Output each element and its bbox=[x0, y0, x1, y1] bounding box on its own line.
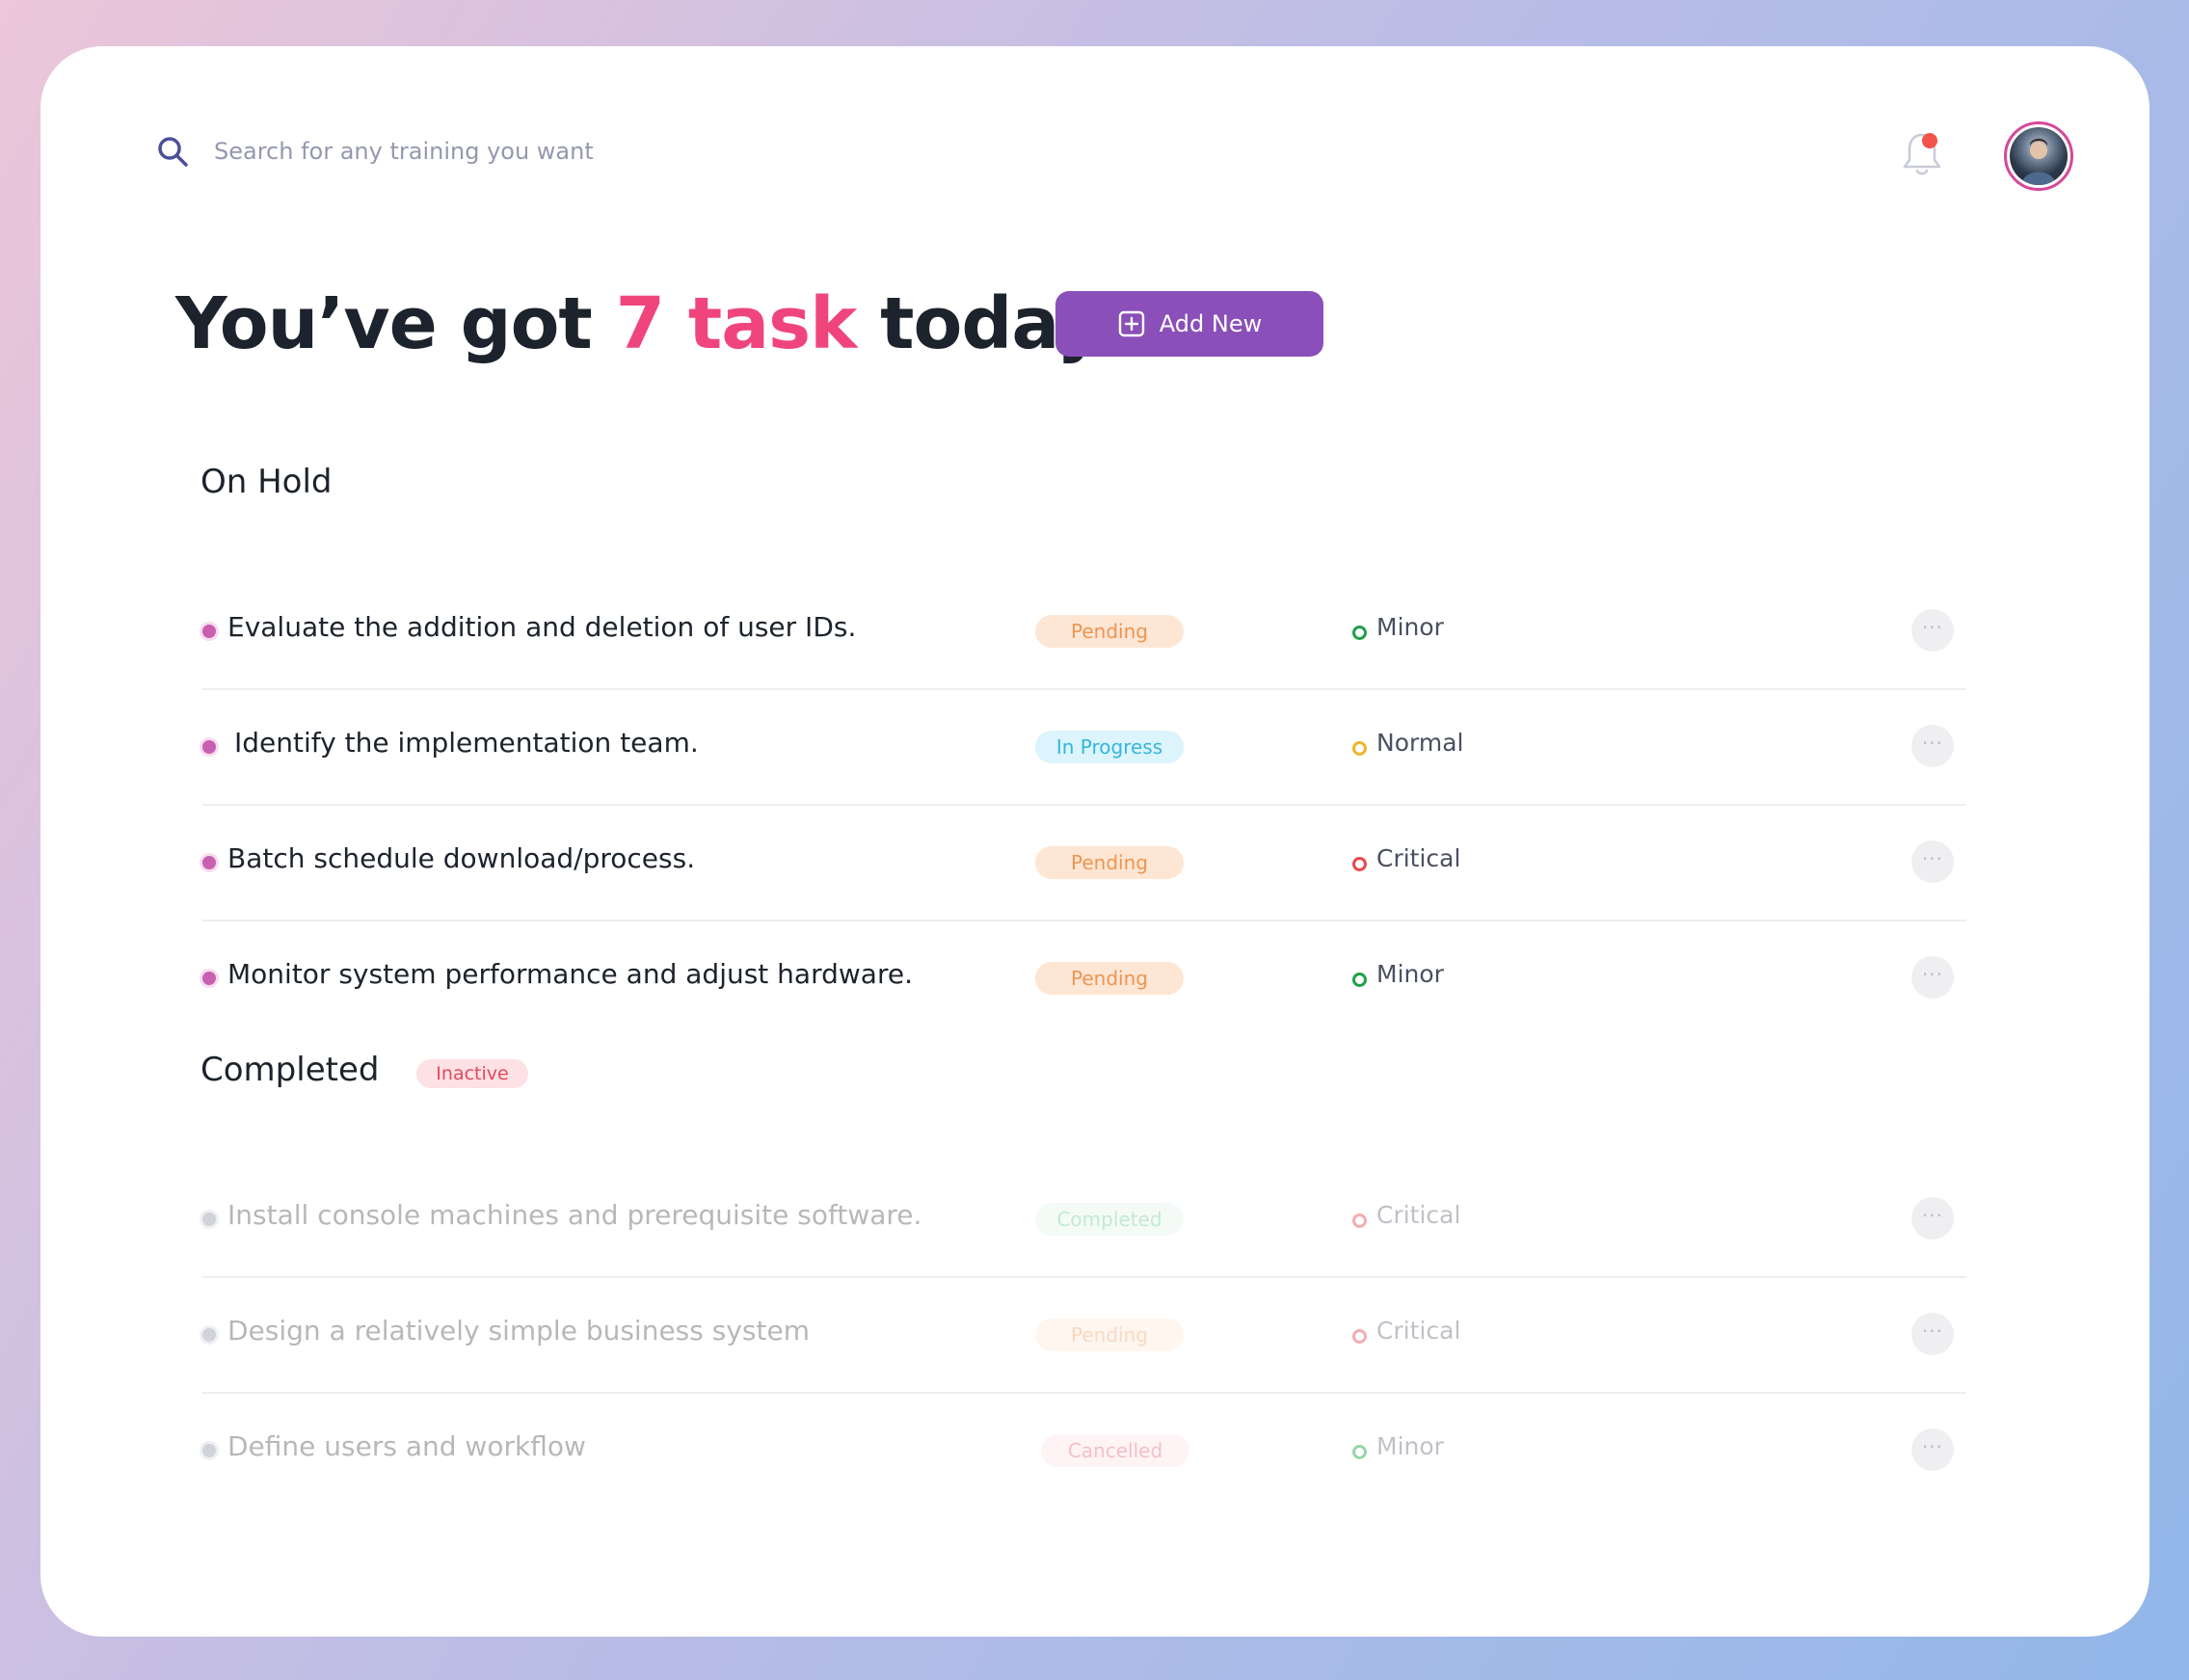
task-bullet bbox=[202, 740, 216, 754]
priority-indicator-icon bbox=[1352, 1213, 1367, 1228]
status-badge: In Progress bbox=[1035, 731, 1184, 763]
page-title: You’ve got 7 task today bbox=[175, 276, 1103, 372]
task-text: Evaluate the addition and deletion of us… bbox=[227, 611, 857, 643]
notification-dot bbox=[1922, 133, 1937, 148]
priority-label: Normal bbox=[1376, 729, 1464, 757]
priority-indicator-icon bbox=[1352, 626, 1367, 640]
task-bullet bbox=[202, 625, 216, 638]
more-options-button[interactable]: ··· bbox=[1911, 609, 1954, 652]
add-new-button[interactable]: Add New bbox=[1055, 291, 1323, 357]
priority-label: Critical bbox=[1376, 844, 1461, 872]
more-options-button[interactable]: ··· bbox=[1911, 956, 1954, 999]
user-avatar[interactable] bbox=[2004, 121, 2073, 191]
search-icon[interactable] bbox=[154, 133, 193, 172]
more-options-button[interactable]: ··· bbox=[1911, 1428, 1954, 1471]
task-text: Batch schedule download/process. bbox=[227, 842, 696, 874]
priority-indicator-icon bbox=[1352, 973, 1367, 987]
task-text: Install console machines and prerequisit… bbox=[227, 1199, 922, 1231]
search-input[interactable] bbox=[212, 131, 794, 172]
status-badge: Completed bbox=[1035, 1203, 1184, 1236]
task-text: Define users and workflow bbox=[227, 1430, 586, 1462]
more-options-button[interactable]: ··· bbox=[1911, 1313, 1954, 1355]
priority-label: Minor bbox=[1376, 1432, 1444, 1460]
add-new-label: Add New bbox=[1159, 310, 1263, 337]
priority-indicator-icon bbox=[1352, 1329, 1367, 1344]
section-title-on-hold: On Hold bbox=[200, 463, 333, 501]
status-badge: Pending bbox=[1035, 846, 1184, 879]
more-options-button[interactable]: ··· bbox=[1911, 1197, 1954, 1240]
status-badge: Pending bbox=[1035, 962, 1184, 995]
task-bullet bbox=[202, 856, 216, 869]
avatar-photo bbox=[2010, 127, 2068, 185]
priority-indicator-icon bbox=[1352, 1445, 1367, 1459]
plus-square-icon bbox=[1118, 310, 1144, 337]
task-bullet bbox=[202, 1444, 216, 1457]
task-text: Identify the implementation team. bbox=[234, 727, 699, 759]
task-row[interactable]: Install console machines and prerequisit… bbox=[202, 1162, 1966, 1278]
priority-indicator-icon bbox=[1352, 741, 1367, 756]
priority-label: Critical bbox=[1376, 1317, 1461, 1345]
inactive-badge: Inactive bbox=[416, 1059, 528, 1088]
task-row[interactable]: Evaluate the addition and deletion of us… bbox=[202, 574, 1966, 690]
task-text: Monitor system performance and adjust ha… bbox=[227, 958, 913, 990]
status-badge: Pending bbox=[1035, 1319, 1184, 1351]
task-row[interactable]: Design a relatively simple business syst… bbox=[202, 1278, 1966, 1394]
priority-indicator-icon bbox=[1352, 857, 1367, 871]
status-badge: Cancelled bbox=[1041, 1434, 1189, 1467]
task-text: Design a relatively simple business syst… bbox=[227, 1315, 810, 1347]
headline-task-count: 7 task bbox=[615, 282, 858, 365]
task-bullet bbox=[202, 1328, 216, 1342]
more-options-button[interactable]: ··· bbox=[1911, 725, 1954, 767]
status-badge: Pending bbox=[1035, 615, 1184, 648]
task-bullet bbox=[202, 1213, 216, 1226]
main-card: You’ve got 7 task today Add New On Hold … bbox=[40, 46, 2149, 1637]
task-row[interactable]: Define users and workflow Cancelled Mino… bbox=[202, 1394, 1966, 1509]
task-bullet bbox=[202, 972, 216, 985]
headline-prefix: You’ve got bbox=[175, 282, 616, 365]
task-row[interactable]: Batch schedule download/process. Pending… bbox=[202, 806, 1966, 921]
task-row[interactable]: Monitor system performance and adjust ha… bbox=[202, 921, 1966, 1037]
more-options-button[interactable]: ··· bbox=[1911, 840, 1954, 883]
section-title-completed: Completed bbox=[200, 1051, 380, 1089]
priority-label: Minor bbox=[1376, 613, 1444, 641]
task-row[interactable]: Identify the implementation team. In Pro… bbox=[202, 690, 1966, 806]
priority-label: Minor bbox=[1376, 960, 1444, 988]
priority-label: Critical bbox=[1376, 1201, 1461, 1229]
